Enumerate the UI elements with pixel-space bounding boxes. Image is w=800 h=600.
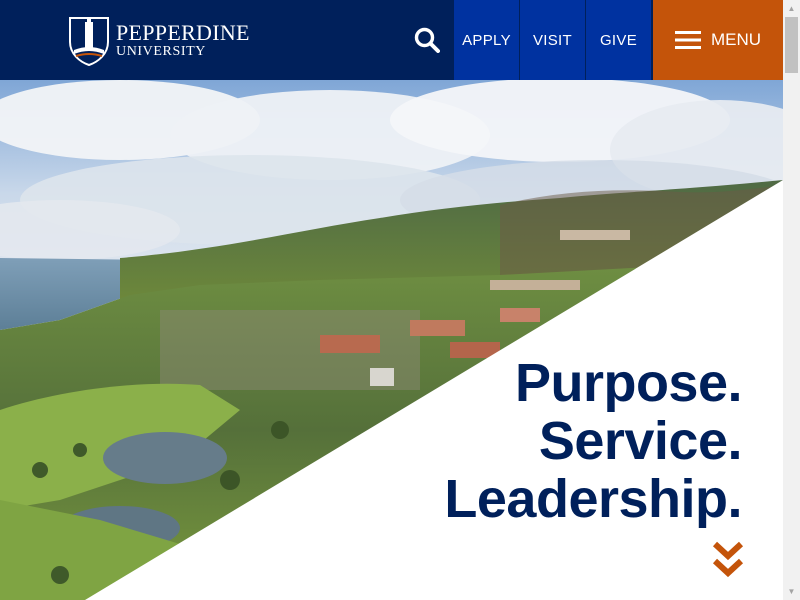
logo-wordmark: PEPPERDINE UNIVERSITY [116, 19, 250, 59]
scroll-down-arrow-icon[interactable]: ▼ [783, 583, 800, 600]
vertical-scrollbar[interactable]: ▲ ▼ [783, 0, 800, 600]
pepperdine-logo[interactable]: PEPPERDINE UNIVERSITY [68, 14, 250, 66]
search-button[interactable] [400, 0, 453, 80]
menu-button[interactable]: MENU [653, 0, 783, 80]
menu-label: MENU [710, 30, 762, 49]
scrollbar-thumb[interactable] [785, 17, 798, 73]
hero-section: Purpose. Service. Leadership. [0, 80, 783, 600]
hero-tagline: Purpose. Service. Leadership. [444, 354, 742, 528]
give-button[interactable]: GIVE [586, 0, 651, 80]
tagline-service: Service. [538, 411, 743, 471]
hamburger-icon [674, 31, 701, 49]
logo-subtitle: UNIVERSITY [116, 43, 206, 59]
visit-button[interactable]: VISIT [520, 0, 585, 80]
logo-name: PEPPERDINE [116, 19, 250, 45]
shield-icon [69, 17, 109, 66]
search-icon [414, 27, 440, 53]
apply-button[interactable]: APPLY [454, 0, 519, 80]
double-chevron-down-icon[interactable] [712, 541, 744, 581]
tagline-purpose: Purpose. [514, 353, 743, 413]
site-header: PEPPERDINE UNIVERSITY APPLY VISIT GIVE M… [0, 0, 783, 80]
scroll-up-arrow-icon[interactable]: ▲ [783, 0, 800, 17]
tagline-leadership: Leadership. [444, 469, 742, 529]
